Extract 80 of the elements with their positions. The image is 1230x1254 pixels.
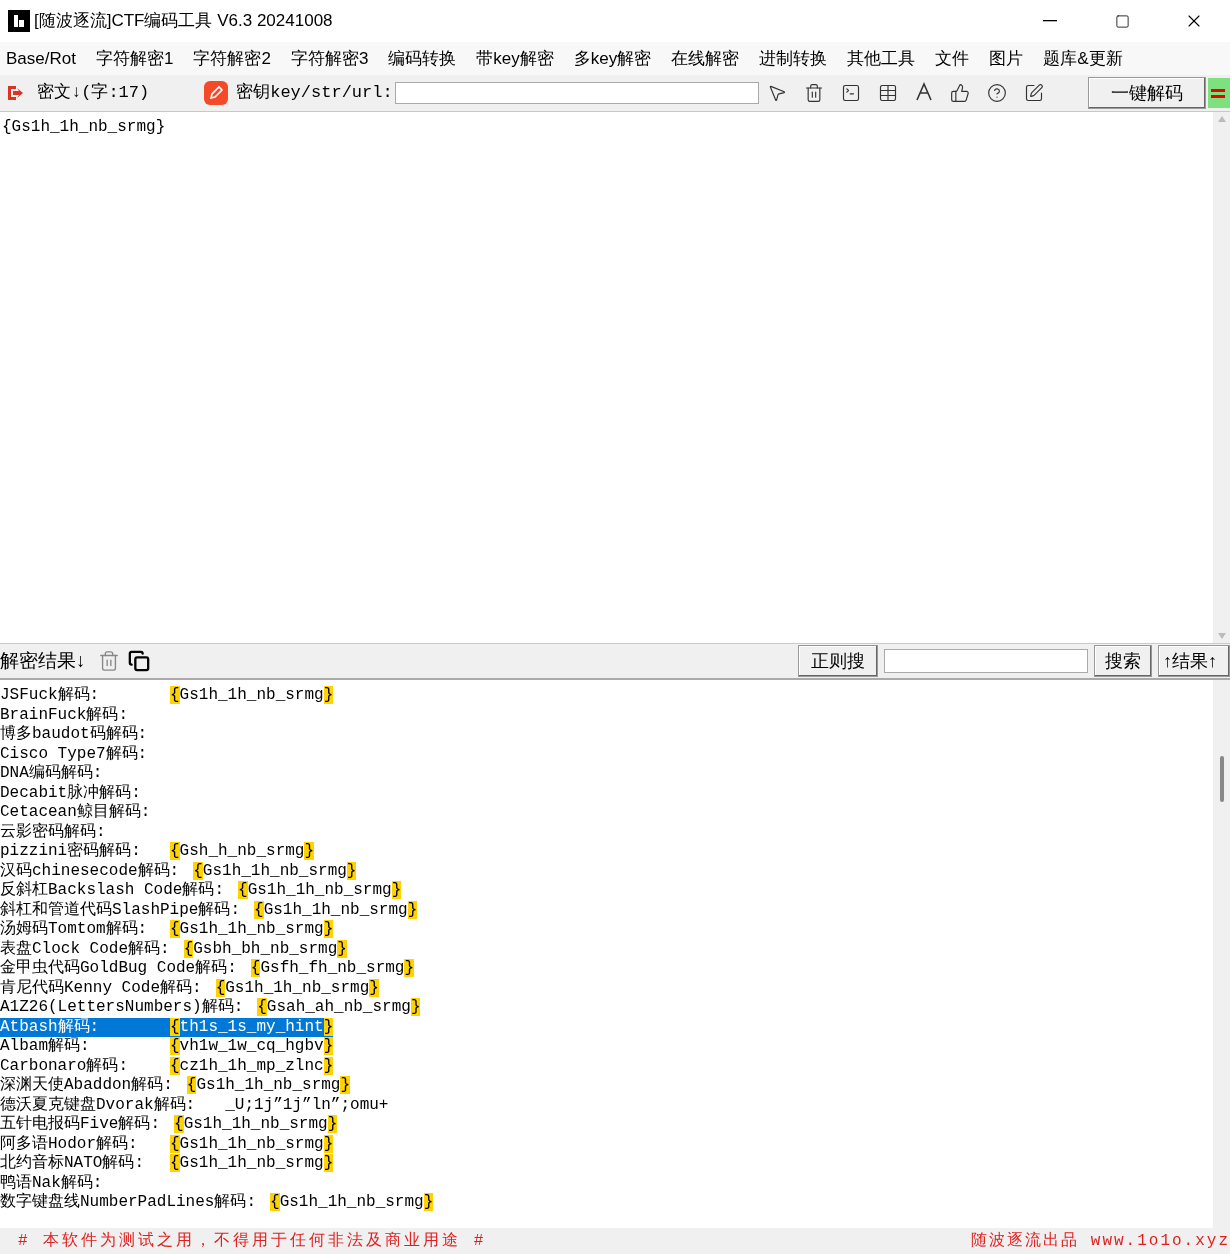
credit-text: 随波逐流出品 www.1o1o.xyz (971, 1230, 1230, 1252)
menu-item[interactable]: 字符解密2 (193, 45, 271, 72)
search-button[interactable]: 搜索 (1094, 645, 1152, 677)
result-label[interactable]: 阿多语Hodor解码: (0, 1134, 170, 1154)
menu-item[interactable]: 字符解密3 (290, 45, 369, 72)
search-field[interactable] (884, 649, 1088, 673)
result-label[interactable]: 汉码chinesecode解码: (0, 861, 194, 881)
result-label[interactable]: 数字键盘线NumberPadLines解码: (0, 1193, 271, 1213)
result-value: {Gs1h_1h_nb_srmg} (170, 686, 334, 706)
cipher-label: 密文↓(字:17) (37, 81, 150, 105)
result-label[interactable]: A1Z26(LettersNumbers)解码: (0, 998, 258, 1018)
result-label[interactable]: Decabit脉冲解码: (0, 783, 170, 803)
window-title: [随波逐流]CTF编码工具 V6.3 20241008 (34, 10, 333, 33)
result-label[interactable]: 汤姆码Tomtom解码: (0, 920, 170, 940)
arrow-into-box-icon[interactable] (5, 83, 25, 103)
disclaimer-text: # 本软件为测试之用，不得用于任何非法及商业用途 # (18, 1230, 487, 1252)
equals-icon[interactable] (1208, 78, 1230, 108)
result-label[interactable]: Cisco Type7解码: (0, 744, 170, 764)
result-label[interactable]: 五针电报码Five解码: (0, 1115, 174, 1135)
result-label[interactable]: Carbonaro解码: (0, 1056, 170, 1076)
result-label[interactable]: 深渊天使Abaddon解码: (0, 1076, 187, 1096)
result-label[interactable]: 云影密码解码: (0, 822, 170, 842)
menu-item[interactable]: 字符解密1 (95, 45, 174, 72)
result-label[interactable]: pizzini密码解码: (0, 842, 170, 862)
result-label[interactable]: 鸭语Nak解码: (0, 1173, 170, 1193)
copy-icon[interactable] (127, 650, 150, 672)
result-value: {Gsh_h_nb_srmg} (170, 842, 315, 862)
result-value: {th1s_1s_my_hint} (170, 1017, 334, 1037)
result-value: {cz1h_1h_mp_zlnc} (170, 1056, 334, 1076)
result-label[interactable]: 肯尼代码Kenny Code解码: (0, 978, 216, 998)
results-label: 解密结果↓ (0, 648, 86, 673)
result-value: {Gs1h_1h_nb_srmg} (170, 920, 334, 940)
result-value: {Gs1h_1h_nb_srmg} (170, 1134, 334, 1154)
result-label[interactable]: 博多baudot码解码: (0, 725, 170, 745)
result-value: {Gs1h_1h_nb_srmg} (174, 1115, 338, 1135)
result-value: {Gs1h_1h_nb_srmg} (254, 900, 418, 920)
results-up-button[interactable]: ↑结果↑ (1158, 645, 1230, 677)
scrollbar[interactable] (1213, 680, 1230, 1228)
regex-search-button[interactable]: 正则搜 (798, 645, 878, 677)
result-label[interactable]: 反斜杠Backslash Code解码: (0, 881, 239, 901)
menu-item[interactable]: 图片 (989, 45, 1024, 72)
menu-item[interactable]: 其他工具 (847, 45, 916, 72)
key-label: 密钥key/str/url: (236, 81, 393, 105)
result-label[interactable]: Albam解码: (0, 1037, 170, 1057)
result-value: {Gs1h_1h_nb_srmg} (193, 861, 357, 881)
pencil-icon[interactable] (204, 81, 229, 105)
result-value: {Gs1h_1h_nb_srmg} (170, 1154, 334, 1174)
result-label[interactable]: 表盘Clock Code解码: (0, 939, 184, 959)
key-input-field[interactable] (394, 82, 759, 104)
menu-item[interactable]: 题库&更新 (1043, 45, 1123, 72)
menu-item[interactable]: 文件 (935, 45, 970, 72)
menu-item[interactable]: 编码转换 (388, 45, 457, 72)
result-value: {Gsfh_fh_nb_srmg} (250, 959, 415, 979)
menu-item[interactable]: 带key解密 (476, 45, 554, 72)
maximize-icon (1114, 13, 1130, 29)
menu-item[interactable]: 在线解密 (671, 45, 740, 72)
result-label[interactable]: 北约音标NATO解码: (0, 1154, 170, 1174)
result-label[interactable]: 斜杠和管道代码SlashPipe解码: (0, 900, 254, 920)
result-value: {Gs1h_1h_nb_srmg} (238, 881, 402, 901)
menu-item[interactable]: 多key解密 (573, 45, 652, 72)
result-label[interactable]: 金甲虫代码GoldBug Code解码: (0, 959, 251, 979)
result-label[interactable]: Atbash解码: (0, 1017, 170, 1037)
cipher-text-area[interactable]: {Gs1h_1h_nb_srmg} (0, 112, 1213, 643)
app-logo-icon (8, 10, 30, 32)
menu-item[interactable]: 进制转换 (759, 45, 828, 72)
result-label[interactable]: JSFuck解码: (0, 686, 170, 706)
result-label[interactable]: BrainFuck解码: (0, 705, 170, 725)
result-value: _U;1j”1j”ln”;omu+ (225, 1095, 389, 1115)
result-value: {Gs1h_1h_nb_srmg} (186, 1076, 351, 1096)
minimize-icon (1043, 20, 1057, 22)
result-label[interactable]: 德沃夏克键盘Dvorak解码: (0, 1095, 210, 1115)
result-value: {Gsah_ah_nb_srmg} (257, 998, 421, 1018)
menu-item[interactable]: Base/Rot (6, 45, 76, 72)
result-value: {Gsbh_bh_nb_srmg} (183, 939, 347, 959)
result-value: {vh1w_1w_cq_hgbv} (170, 1037, 334, 1057)
result-label[interactable]: Cetacean鲸目解码: (0, 803, 170, 823)
result-value: {Gs1h_1h_nb_srmg} (215, 978, 379, 998)
result-label[interactable]: DNA编码解码: (0, 764, 170, 784)
result-value: {Gs1h_1h_nb_srmg} (270, 1193, 434, 1213)
decode-button[interactable]: 一键解码 (1088, 77, 1206, 109)
